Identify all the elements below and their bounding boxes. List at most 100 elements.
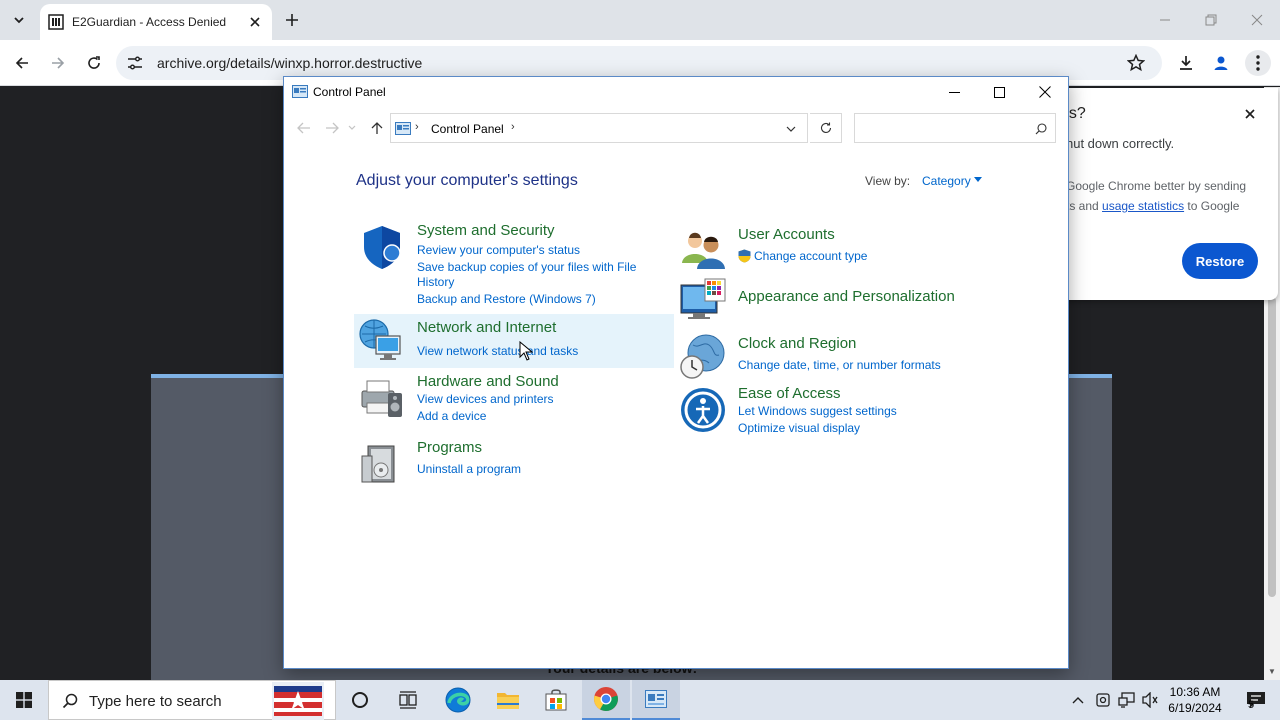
address-bar[interactable]: archive.org/details/winxp.horror.destruc…	[116, 46, 1162, 80]
category-title-user-accounts[interactable]: User Accounts	[738, 226, 835, 243]
site-info-icon[interactable]	[124, 53, 146, 73]
store-taskbar-button[interactable]	[532, 680, 580, 720]
cp-maximize-button[interactable]	[976, 77, 1022, 107]
plus-icon	[286, 14, 298, 26]
camera-icon	[1096, 693, 1110, 707]
scroll-down-arrow-icon[interactable]: ▼	[1267, 667, 1277, 677]
browser-minimize-button[interactable]	[1155, 10, 1175, 30]
caret-down-icon[interactable]	[974, 177, 982, 182]
breadcrumb-control-panel[interactable]: Control Panel	[431, 122, 504, 136]
breadcrumb-chevron-icon[interactable]: ›	[415, 121, 419, 133]
file-explorer-taskbar-button[interactable]	[484, 680, 532, 720]
category-title-system-security[interactable]: System and Security	[417, 222, 555, 239]
star-icon	[1127, 54, 1145, 72]
cp-recent-dropdown[interactable]	[347, 119, 357, 137]
breadcrumb-chevron-icon[interactable]: ›	[511, 121, 515, 133]
control-panel-icon	[645, 690, 667, 708]
category-title-appearance[interactable]: Appearance and Personalization	[738, 288, 955, 305]
network-icon	[1118, 692, 1135, 708]
address-history-dropdown[interactable]	[783, 121, 799, 137]
link-suggest-settings[interactable]: Let Windows suggest settings	[738, 404, 897, 419]
control-panel-titlebar[interactable]: Control Panel	[284, 77, 1068, 107]
download-icon	[1180, 56, 1192, 70]
browser-tab-active[interactable]: E2Guardian - Access Denied	[40, 4, 272, 40]
link-file-history-cont[interactable]: History	[417, 275, 454, 290]
link-network-status[interactable]: View network status and tasks	[417, 344, 578, 359]
bookmark-button[interactable]	[1124, 51, 1148, 75]
task-view-icon	[399, 691, 417, 709]
tab-search-button[interactable]	[6, 8, 32, 32]
ease-of-access-icon[interactable]	[679, 386, 727, 434]
cp-back-button[interactable]	[295, 119, 313, 137]
cp-forward-button[interactable]	[323, 119, 341, 137]
category-title-ease-of-access[interactable]: Ease of Access	[738, 385, 841, 402]
profile-icon	[1214, 56, 1228, 70]
tab-close-button[interactable]	[246, 13, 264, 31]
category-title-clock-region[interactable]: Clock and Region	[738, 335, 856, 352]
reload-button[interactable]	[82, 51, 106, 75]
scroll-thumb[interactable]	[1268, 297, 1276, 597]
browser-restore-button[interactable]	[1201, 10, 1221, 30]
arrow-right-icon	[326, 122, 339, 134]
edge-taskbar-button[interactable]	[434, 680, 482, 720]
clock-globe-icon[interactable]	[679, 333, 727, 381]
restore-button[interactable]: Restore	[1182, 243, 1258, 279]
network-tray-icon[interactable]	[1117, 690, 1137, 710]
restore-body-line1: Google Chrome better by sending	[1066, 179, 1247, 193]
control-panel-taskbar-button[interactable]	[632, 680, 680, 720]
restore-popup-close-button[interactable]	[1240, 104, 1260, 124]
link-uninstall-program[interactable]: Uninstall a program	[417, 462, 521, 477]
category-title-network-internet[interactable]: Network and Internet	[417, 319, 556, 336]
link-optimize-visual[interactable]: Optimize visual display	[738, 421, 860, 436]
category-title-hardware-sound[interactable]: Hardware and Sound	[417, 373, 559, 390]
cp-up-button[interactable]	[368, 119, 386, 137]
category-system-security: System and Security Review your computer…	[356, 221, 676, 311]
link-backup-restore[interactable]: Backup and Restore (Windows 7)	[417, 292, 596, 307]
cortana-button[interactable]	[336, 680, 384, 720]
show-hidden-icons-button[interactable]	[1068, 690, 1088, 710]
cp-minimize-button[interactable]	[931, 77, 977, 107]
meet-now-tray-icon[interactable]	[1093, 690, 1113, 710]
appearance-monitor-icon[interactable]	[679, 277, 727, 325]
control-panel-window: Control Panel › Control Panel › Adjust y…	[283, 76, 1069, 669]
view-by-dropdown[interactable]: Category	[922, 174, 971, 188]
network-globe-icon[interactable]	[356, 316, 404, 364]
printer-speaker-icon[interactable]	[358, 373, 406, 421]
new-tab-button[interactable]	[282, 10, 302, 30]
browser-close-button[interactable]	[1247, 10, 1267, 30]
task-view-button[interactable]	[384, 680, 432, 720]
link-file-history[interactable]: Save backup copies of your files with Fi…	[417, 260, 636, 275]
cp-close-button[interactable]	[1022, 77, 1068, 107]
link-review-status[interactable]: Review your computer's status	[417, 243, 580, 258]
volume-tray-icon[interactable]	[1140, 690, 1160, 710]
link-add-device[interactable]: Add a device	[417, 409, 486, 424]
category-network-internet[interactable]: Network and Internet View network status…	[354, 314, 674, 368]
chrome-taskbar-button[interactable]	[582, 680, 630, 720]
link-change-account-type[interactable]: Change account type	[754, 249, 867, 264]
forward-button[interactable]	[46, 51, 70, 75]
search-icon	[61, 692, 79, 710]
menu-button[interactable]	[1245, 50, 1271, 76]
cp-refresh-button[interactable]	[810, 113, 842, 143]
view-by-label: View by:	[865, 174, 911, 188]
link-devices-printers[interactable]: View devices and printers	[417, 392, 554, 407]
cp-address-bar[interactable]: › Control Panel ›	[390, 113, 808, 143]
taskbar-search-box[interactable]: Type here to search	[48, 680, 336, 720]
browser-tab-strip: E2Guardian - Access Denied	[0, 0, 1280, 40]
category-title-programs[interactable]: Programs	[417, 439, 482, 456]
notification-center-button[interactable]	[1236, 680, 1276, 720]
clock-time: 10:36 AM	[1169, 685, 1221, 699]
programs-icon[interactable]	[358, 440, 406, 488]
cp-search-input[interactable]	[854, 113, 1056, 143]
taskbar-clock[interactable]: 10:36 AM 6/19/2024	[1160, 684, 1230, 716]
link-change-date-time[interactable]: Change date, time, or number formats	[738, 358, 941, 373]
usage-statistics-link[interactable]: usage statistics	[1102, 199, 1184, 213]
users-icon[interactable]	[679, 225, 727, 273]
page-heading: Adjust your computer's settings	[356, 172, 578, 189]
shield-icon[interactable]	[358, 223, 406, 271]
start-button[interactable]	[0, 680, 48, 720]
downloads-button[interactable]	[1174, 51, 1198, 75]
search-highlight-flag-icon[interactable]	[272, 682, 324, 720]
back-button[interactable]	[10, 51, 34, 75]
profile-button[interactable]	[1209, 51, 1233, 75]
